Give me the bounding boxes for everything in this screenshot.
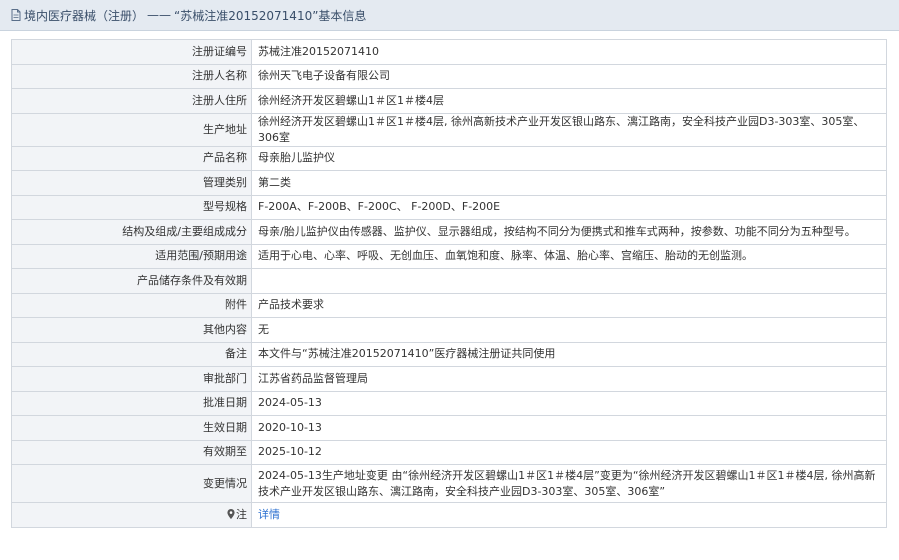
info-table: 注册证编号 苏械注准20152071410 注册人名称 徐州天飞电子设备有限公司 注册人… xyxy=(11,39,887,528)
field-label: 变更情况 xyxy=(11,464,252,503)
field-value: 徐州天飞电子设备有限公司 xyxy=(251,63,887,89)
field-value: 本文件与“苏械注准20152071410”医疗器械注册证共同使用 xyxy=(251,341,887,367)
field-label: 审批部门 xyxy=(11,366,252,392)
field-value: 第二类 xyxy=(251,170,887,196)
table-row: 其他内容无 xyxy=(11,317,887,343)
table-row: 有效期至 2025-10-12 xyxy=(11,439,887,465)
table-row: 管理类别 第二类 xyxy=(11,170,887,196)
table-row: 注册证编号 苏械注准20152071410 xyxy=(11,39,887,65)
field-label: 有效期至 xyxy=(11,439,252,465)
table-row: 附件 产品技术要求 xyxy=(11,292,887,318)
document-icon xyxy=(10,9,22,21)
field-value: 徐州经济开发区碧螺山1＃区1＃楼4层 xyxy=(251,88,887,114)
field-value: 徐州经济开发区碧螺山1＃区1＃楼4层, 徐州高新技术产业开发区银山路东、漓江路南… xyxy=(251,112,887,147)
field-value: 2024-05-13生产地址变更 由“徐州经济开发区碧螺山1＃区1＃楼4层”变更… xyxy=(251,464,887,503)
table-row: 适用范围/预期用途 适用于心电、心率、呼吸、无创血压、血氧饱和度、脉率、体温、胎心… xyxy=(11,243,887,269)
field-value: F-200A、F-200B、F-200C、 F-200D、F-200E xyxy=(251,194,887,220)
table-row: 批准日期 2024-05-13 xyxy=(11,390,887,416)
table-row: 生效日期 2020-10-13 xyxy=(11,415,887,441)
page-title-dash: —— xyxy=(147,8,172,22)
page-title-record: “苏械注准20152071410”基本信息 xyxy=(174,8,367,23)
field-label: 结构及组成/主要组成成分 xyxy=(11,219,252,245)
table-row: 审批部门 江苏省药品监督管理局 xyxy=(11,366,887,392)
table-row: 备注 本文件与“苏械注准20152071410”医疗器械注册证共同使用 xyxy=(11,341,887,367)
note-value-cell: 详情 xyxy=(251,502,887,528)
table-row: 型号规格 F-200A、F-200B、F-200C、 F-200D、F-200E xyxy=(11,194,887,220)
field-value: 江苏省药品监督管理局 xyxy=(251,366,887,392)
field-label: 生产地址 xyxy=(11,112,252,147)
note-label: 注 xyxy=(236,507,247,521)
field-value: 母亲胎儿监护仪 xyxy=(251,145,887,171)
field-label: 适用范围/预期用途 xyxy=(11,243,252,269)
field-label: 生效日期 xyxy=(11,415,252,441)
table-row: 产品储存条件及有效期 xyxy=(11,268,887,294)
field-value: 苏械注准20152071410 xyxy=(251,39,887,65)
field-label: 管理类别 xyxy=(11,170,252,196)
table-row: 注册人名称 徐州天飞电子设备有限公司 xyxy=(11,63,887,89)
field-label: 型号规格 xyxy=(11,194,252,220)
field-label: 批准日期 xyxy=(11,390,252,416)
table-row: 产品名称 母亲胎儿监护仪 xyxy=(11,145,887,171)
table-row: 注 详情 xyxy=(11,502,887,528)
field-value: 2020-10-13 xyxy=(251,415,887,441)
page-header: 境内医疗器械（注册） —— “苏械注准20152071410”基本信息 xyxy=(0,0,899,31)
location-pin-icon xyxy=(227,508,235,519)
field-label: 其他内容 xyxy=(11,317,252,343)
field-value: 2025-10-12 xyxy=(251,439,887,465)
page-title-prefix: 境内医疗器械（注册） xyxy=(24,8,145,23)
field-value: 产品技术要求 xyxy=(251,292,887,318)
field-label: 产品储存条件及有效期 xyxy=(11,268,252,294)
field-label: 产品名称 xyxy=(11,145,252,171)
field-value: 2024-05-13 xyxy=(251,390,887,416)
field-label: 注册证编号 xyxy=(11,39,252,65)
field-label: 注册人名称 xyxy=(11,63,252,89)
field-label: 备注 xyxy=(11,341,252,367)
field-label: 附件 xyxy=(11,292,252,318)
table-row: 变更情况 2024-05-13生产地址变更 由“徐州经济开发区碧螺山1＃区1＃楼4… xyxy=(11,464,887,503)
field-value: 无 xyxy=(251,317,887,343)
field-value xyxy=(251,268,887,294)
table-row: 注册人住所 徐州经济开发区碧螺山1＃区1＃楼4层 xyxy=(11,88,887,114)
table-row: 结构及组成/主要组成成分 母亲/胎儿监护仪由传感器、监护仪、显示器组成，按结构不同… xyxy=(11,219,887,245)
note-label-cell: 注 xyxy=(11,502,252,528)
field-label: 注册人住所 xyxy=(11,88,252,114)
field-value: 母亲/胎儿监护仪由传感器、监护仪、显示器组成，按结构不同分为便携式和推车式两种，… xyxy=(251,219,887,245)
table-row: 生产地址 徐州经济开发区碧螺山1＃区1＃楼4层, 徐州高新技术产业开发区银山路东、… xyxy=(11,112,887,147)
details-link[interactable]: 详情 xyxy=(258,508,280,521)
field-value: 适用于心电、心率、呼吸、无创血压、血氧饱和度、脉率、体温、胎心率、宫缩压、胎动的… xyxy=(251,243,887,269)
